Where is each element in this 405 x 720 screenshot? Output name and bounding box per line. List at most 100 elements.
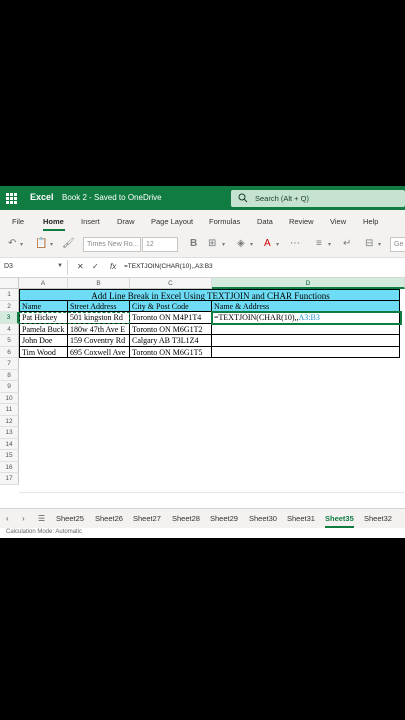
row-header[interactable]: 6 [0, 346, 19, 358]
horizontal-scrollbar[interactable] [19, 492, 405, 508]
column-header-c[interactable]: C [130, 278, 212, 289]
row-header[interactable]: 2 [0, 300, 19, 312]
table-cell[interactable]: Toronto ON M4P1T4 [130, 312, 212, 324]
name-box[interactable]: D3 ▼ [0, 260, 68, 275]
undo-icon[interactable]: ↶ [8, 238, 16, 249]
sheet-tab[interactable]: Sheet29 [210, 514, 238, 523]
table-cell[interactable]: Pamela Buck [19, 323, 68, 335]
row-header[interactable]: 15 [0, 450, 19, 462]
tab-view[interactable]: View [330, 217, 346, 226]
tab-page-layout[interactable]: Page Layout [151, 217, 193, 226]
prev-sheet-icon[interactable]: ‹ [6, 514, 9, 523]
number-format-box[interactable]: Ge [390, 237, 405, 252]
align-dropdown-icon[interactable]: ▾ [328, 241, 331, 248]
all-sheets-icon[interactable]: ☰ [38, 514, 45, 523]
formula-input[interactable]: =TEXTJOIN(CHAR(10),,A3:B3 [124, 263, 213, 270]
fill-dropdown-icon[interactable]: ▾ [250, 241, 253, 248]
sheet-tab[interactable]: Sheet25 [56, 514, 84, 523]
next-sheet-icon[interactable]: › [22, 514, 25, 523]
table-cell[interactable]: Calgary AB T3L1Z4 [130, 335, 212, 347]
more-font-icon[interactable]: ⋯ [290, 238, 300, 249]
sheet-tab[interactable]: Sheet27 [133, 514, 161, 523]
table-cell[interactable]: 159 Coventry Rd [68, 335, 130, 347]
row-header[interactable]: 1 [0, 289, 19, 301]
tab-file[interactable]: File [12, 217, 24, 226]
table-cell[interactable]: 695 Coxwell Ave [68, 346, 130, 358]
table-cell[interactable] [212, 346, 400, 358]
editing-cell-d3[interactable]: =TEXTJOIN(CHAR(10),,A3:B3 [212, 312, 400, 324]
tab-draw[interactable]: Draw [117, 217, 135, 226]
table-cell[interactable]: Tim Wood [19, 346, 68, 358]
active-tab-indicator [43, 229, 65, 231]
font-color-icon[interactable]: A [264, 238, 271, 249]
fill-color-icon[interactable]: ◈ [237, 238, 245, 249]
row-header[interactable]: 16 [0, 461, 19, 473]
tab-insert[interactable]: Insert [81, 217, 100, 226]
table-cell[interactable]: Toronto ON M6G1T2 [130, 323, 212, 335]
row-header[interactable]: 14 [0, 438, 19, 450]
row-header-selected[interactable]: 3 [0, 312, 19, 324]
table-cell[interactable]: 180w 47th Ave E [68, 323, 130, 335]
row-header[interactable]: 8 [0, 369, 19, 381]
app-launcher-icon[interactable] [6, 193, 17, 204]
title-cell[interactable]: Add Line Break in Excel Using TEXTJOIN a… [19, 289, 400, 301]
sheet-tab-active[interactable]: Sheet35 [325, 514, 354, 523]
sheet-tab[interactable]: Sheet32 [364, 514, 392, 523]
tab-data[interactable]: Data [257, 217, 273, 226]
column-header-d[interactable]: D [212, 278, 405, 289]
tab-formulas[interactable]: Formulas [209, 217, 240, 226]
wrap-text-icon[interactable]: ↵ [343, 238, 351, 249]
row-header[interactable]: 11 [0, 404, 19, 416]
merge-icon[interactable]: ⊟ [365, 238, 373, 249]
search-box[interactable]: Search (Alt + Q) [231, 190, 405, 207]
row-header[interactable]: 4 [0, 323, 19, 335]
select-all-corner[interactable] [0, 278, 19, 289]
sheet-tab[interactable]: Sheet31 [287, 514, 315, 523]
table-cell[interactable]: 501 kingston Rd [68, 312, 130, 324]
sheet-tab-bar: ‹ › ☰ Sheet25 Sheet26 Sheet27 Sheet28 Sh… [0, 508, 405, 528]
format-painter-icon[interactable]: 🖌 [62, 238, 75, 249]
font-name-box[interactable]: Times New Ro... [83, 237, 141, 252]
table-cell[interactable] [212, 335, 400, 347]
row-header[interactable]: 9 [0, 381, 19, 393]
tab-help[interactable]: Help [363, 217, 378, 226]
borders-dropdown-icon[interactable]: ▾ [222, 241, 225, 248]
row-header[interactable]: 17 [0, 473, 19, 485]
font-size-box[interactable]: 12 [142, 237, 178, 252]
header-cell-street[interactable]: Street Address [68, 300, 130, 312]
table-cell[interactable]: Pat Hickey [19, 312, 68, 324]
borders-icon[interactable]: ⊞ [208, 238, 216, 249]
paste-icon[interactable]: 📋 [35, 238, 47, 249]
bold-icon[interactable]: B [190, 238, 197, 249]
align-icon[interactable]: ≡ [316, 238, 322, 249]
row-header[interactable]: 5 [0, 335, 19, 347]
paste-dropdown-icon[interactable]: ▾ [50, 241, 53, 248]
header-cell-name[interactable]: Name [19, 300, 68, 312]
title-bar: Excel Book 2 - Saved to OneDrive Search … [0, 186, 405, 210]
table-cell[interactable]: Toronto ON M6G1T5 [130, 346, 212, 358]
spreadsheet-grid[interactable]: A B C D 1 2 3 4 5 6 7 8 9 10 11 12 13 14… [0, 278, 405, 492]
column-header-b[interactable]: B [68, 278, 130, 289]
undo-dropdown-icon[interactable]: ▾ [20, 241, 23, 248]
column-header-a[interactable]: A [19, 278, 68, 289]
row-header[interactable]: 12 [0, 415, 19, 427]
header-cell-city[interactable]: City & Post Code [130, 300, 212, 312]
cancel-icon[interactable]: ✕ [77, 262, 84, 271]
merge-dropdown-icon[interactable]: ▾ [378, 241, 381, 248]
enter-icon[interactable]: ✓ [92, 262, 99, 271]
sheet-tab[interactable]: Sheet26 [95, 514, 123, 523]
document-title[interactable]: Book 2 - Saved to OneDrive [62, 193, 162, 202]
sheet-tab[interactable]: Sheet30 [249, 514, 277, 523]
font-color-dropdown-icon[interactable]: ▾ [276, 241, 279, 248]
table-cell[interactable] [212, 323, 400, 335]
insert-function-icon[interactable]: fx [110, 262, 116, 271]
tab-review[interactable]: Review [289, 217, 314, 226]
header-cell-name-address[interactable]: Name & Address [212, 300, 400, 312]
tab-home[interactable]: Home [43, 217, 64, 226]
table-cell[interactable]: John Doe [19, 335, 68, 347]
sheet-tab[interactable]: Sheet28 [172, 514, 200, 523]
name-box-dropdown-icon[interactable]: ▼ [57, 263, 63, 269]
row-header[interactable]: 7 [0, 358, 19, 370]
row-header[interactable]: 13 [0, 427, 19, 439]
row-header[interactable]: 10 [0, 392, 19, 404]
